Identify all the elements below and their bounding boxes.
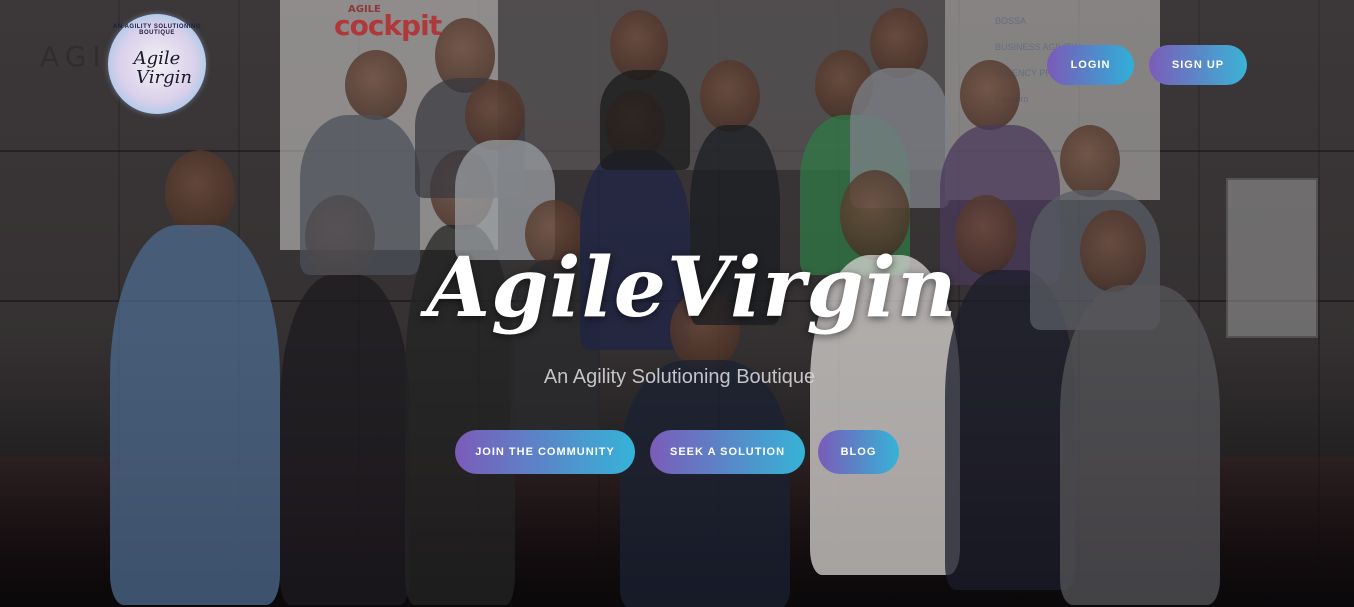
logo-ring-text: AN AGILITY SOLUTIONING BOUTIQUE	[112, 24, 201, 36]
hero-subtitle: An Agility Solutioning Boutique	[543, 366, 816, 388]
seek-solution-button[interactable]: SEEK A SOLUTION	[650, 430, 805, 474]
signup-button[interactable]: SIGN UP	[1149, 45, 1247, 85]
hero-title: AgileVirgin	[426, 240, 958, 336]
blog-button[interactable]: BLOG	[818, 430, 899, 474]
login-button[interactable]: LOGIN	[1047, 45, 1134, 85]
join-community-button[interactable]: JOIN THE COMMUNITY	[455, 430, 635, 474]
site-logo[interactable]: AN AGILITY SOLUTIONING BOUTIQUE Agile Vi…	[108, 14, 206, 114]
logo-script: Agile Virgin	[133, 48, 192, 88]
